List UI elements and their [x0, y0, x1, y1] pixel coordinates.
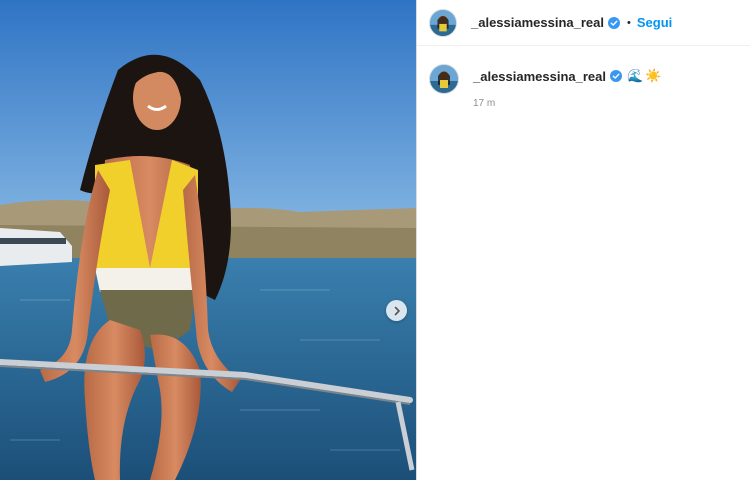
chevron-right-icon: [394, 306, 400, 315]
post-side-panel: _alessiamessina_real • Segui _alessiames…: [417, 0, 750, 480]
post-photo: [0, 0, 416, 480]
wave-emoji: 🌊: [627, 68, 644, 83]
caption-username[interactable]: _alessiamessina_real: [473, 69, 606, 84]
post-timestamp[interactable]: 17 m: [473, 98, 661, 109]
caption: _alessiamessina_real 🌊 ☀️ 17 m: [429, 64, 661, 109]
post-header: _alessiamessina_real • Segui: [417, 0, 750, 46]
header-separator: •: [627, 16, 631, 29]
post-media[interactable]: [0, 0, 416, 480]
header-username[interactable]: _alessiamessina_real: [471, 15, 604, 30]
caption-avatar[interactable]: [429, 64, 459, 94]
follow-button[interactable]: Segui: [637, 15, 672, 30]
verified-badge-icon: [610, 70, 622, 82]
next-media-button[interactable]: [386, 300, 407, 321]
avatar[interactable]: [429, 8, 457, 37]
sun-emoji: ☀️: [645, 68, 662, 83]
verified-badge-icon: [608, 16, 620, 29]
